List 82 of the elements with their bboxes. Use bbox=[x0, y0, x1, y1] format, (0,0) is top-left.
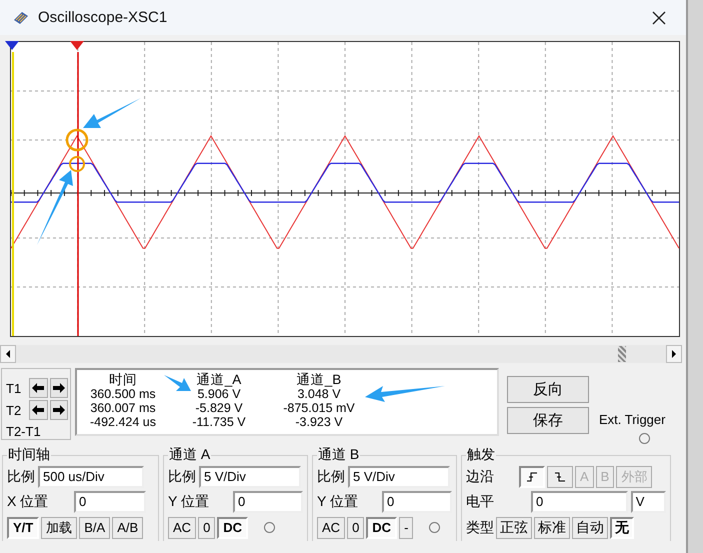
column-header: 通道_B bbox=[296, 372, 342, 387]
scroll-left-icon[interactable] bbox=[0, 345, 16, 363]
mode-button[interactable]: B/A bbox=[79, 516, 110, 538]
position-field[interactable]: 0 bbox=[232, 490, 303, 512]
oscilloscope-icon bbox=[12, 10, 30, 26]
rising-edge-icon bbox=[526, 472, 538, 482]
column-header: 时间 bbox=[109, 372, 137, 387]
field-label: 比例 bbox=[317, 468, 345, 486]
position-field[interactable]: 0 bbox=[74, 490, 146, 512]
field-label: 边沿 bbox=[466, 468, 494, 486]
readout-value: -875.015 mV bbox=[283, 401, 355, 415]
group-title: 触发 bbox=[466, 446, 496, 464]
highlight-circle bbox=[66, 128, 88, 152]
type-button[interactable]: 自动 bbox=[572, 516, 608, 538]
field-label: Y 位置 bbox=[317, 492, 359, 510]
move-left-button[interactable] bbox=[29, 400, 48, 420]
arrow-left-icon bbox=[32, 405, 44, 415]
row-label: T2-T1 bbox=[6, 424, 42, 439]
readout-value: -492.424 us bbox=[90, 415, 156, 429]
scale-field[interactable]: 5 V/Div bbox=[199, 466, 301, 488]
falling-edge-icon bbox=[554, 472, 566, 482]
group-title: 时间轴 bbox=[7, 446, 51, 464]
scale-field[interactable]: 500 us/Div bbox=[38, 466, 144, 488]
column-header: 通道_A bbox=[196, 372, 242, 387]
action-button[interactable]: 保存 bbox=[507, 407, 589, 434]
horizontal-scrollbar[interactable] bbox=[0, 345, 682, 363]
annotation-arrow bbox=[83, 98, 141, 128]
mode-button[interactable]: 加载 bbox=[41, 516, 78, 538]
readout-value: 360.500 ms bbox=[90, 387, 156, 401]
field-label: Y 位置 bbox=[168, 492, 210, 510]
arrow-right-icon bbox=[52, 383, 65, 393]
readout-value: -11.735 V bbox=[192, 415, 246, 429]
field-label: 比例 bbox=[7, 468, 35, 486]
field-label: X 位置 bbox=[7, 492, 50, 510]
coupling-button[interactable]: - bbox=[399, 516, 414, 538]
ext-trigger-label: Ext. Trigger bbox=[599, 412, 666, 427]
close-icon[interactable] bbox=[652, 10, 666, 24]
highlight-circle bbox=[69, 156, 85, 172]
readout-value: -3.923 V bbox=[295, 415, 343, 429]
mode-button[interactable]: Y/T bbox=[7, 516, 40, 538]
unit-field[interactable]: V bbox=[630, 490, 666, 512]
coupling-button[interactable]: AC bbox=[317, 516, 346, 538]
channel-terminal[interactable] bbox=[429, 522, 440, 533]
window-title: Oscilloscope-XSC1 bbox=[38, 9, 168, 26]
field-label: 类型 bbox=[466, 518, 494, 536]
channel-terminal[interactable] bbox=[264, 522, 276, 533]
field-label: 电平 bbox=[466, 492, 494, 510]
coupling-button[interactable]: 0 bbox=[347, 516, 364, 538]
scale-field[interactable]: 5 V/Div bbox=[348, 466, 450, 488]
readout-value: 3.048 V bbox=[297, 387, 341, 401]
readout-value: 360.007 ms bbox=[90, 401, 156, 415]
row-label: T1 bbox=[6, 380, 22, 396]
move-right-button[interactable] bbox=[50, 400, 68, 420]
coupling-button[interactable]: DC bbox=[217, 516, 248, 538]
row-label: T2 bbox=[6, 402, 22, 418]
arrow-left-icon bbox=[32, 383, 44, 393]
group-title: 通道 B bbox=[317, 446, 360, 464]
position-field[interactable]: 0 bbox=[382, 490, 452, 512]
readout-value: 5.906 V bbox=[197, 387, 241, 401]
action-button[interactable]: 反向 bbox=[507, 376, 589, 403]
scroll-thumb[interactable] bbox=[618, 346, 626, 362]
annotation-arrow bbox=[164, 374, 192, 394]
type-button[interactable]: 标准 bbox=[534, 516, 570, 538]
ext-trigger-terminal[interactable] bbox=[639, 433, 650, 444]
field-label: 比例 bbox=[168, 468, 196, 486]
move-right-button[interactable] bbox=[50, 378, 68, 398]
coupling-button[interactable]: DC bbox=[366, 516, 398, 538]
coupling-button[interactable]: AC bbox=[168, 516, 196, 538]
move-left-button[interactable] bbox=[29, 378, 48, 398]
group-title: 通道 A bbox=[168, 446, 212, 464]
scroll-right-icon[interactable] bbox=[666, 345, 682, 363]
mode-button[interactable]: A/B bbox=[112, 516, 144, 538]
cursor-marker[interactable] bbox=[70, 41, 84, 50]
cursor-marker[interactable] bbox=[5, 41, 19, 50]
arrow-right-icon bbox=[52, 405, 65, 415]
edge-button[interactable] bbox=[547, 466, 573, 488]
type-button[interactable]: 无 bbox=[610, 516, 634, 538]
coupling-button[interactable]: 0 bbox=[198, 516, 216, 538]
readout-value: -5.829 V bbox=[195, 401, 243, 415]
type-button[interactable]: 正弦 bbox=[496, 516, 532, 538]
edge-button[interactable] bbox=[519, 466, 545, 488]
level-field[interactable]: 0 bbox=[531, 490, 628, 512]
